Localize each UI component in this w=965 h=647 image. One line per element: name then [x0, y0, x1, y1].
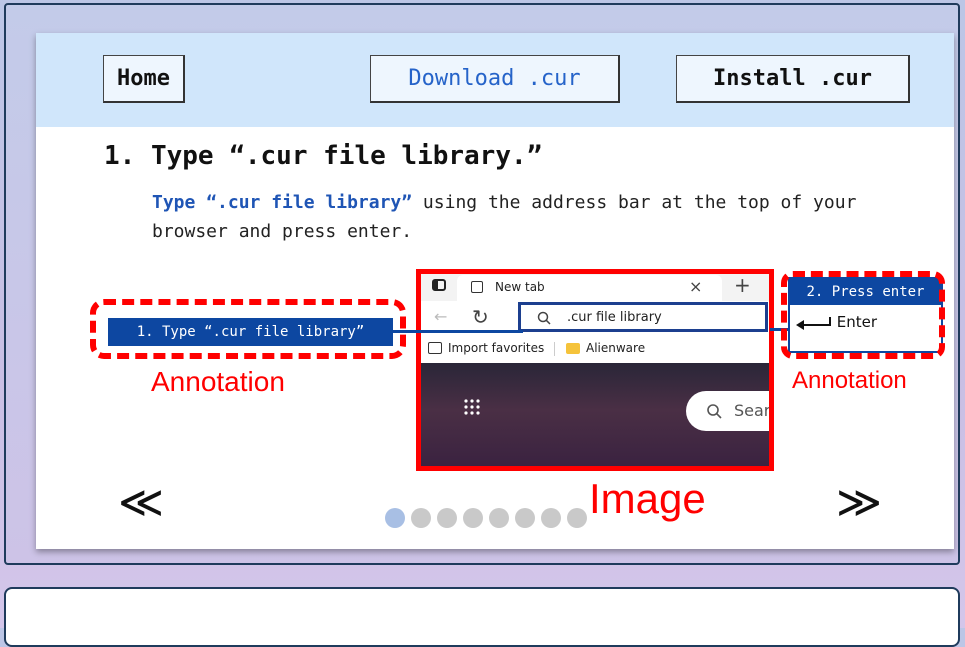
browser-tab-bar: New tab × +: [420, 271, 772, 301]
nav-download-button[interactable]: Download .cur: [370, 55, 620, 103]
slide-dot[interactable]: [567, 508, 587, 528]
slide-indicator: [385, 508, 587, 528]
new-tab-background: Sear: [420, 363, 772, 468]
slide-dot[interactable]: [515, 508, 535, 528]
address-bar: .cur file library: [518, 302, 768, 332]
sidebar-icon: [432, 279, 446, 291]
slide-dot[interactable]: [541, 508, 561, 528]
favorites-folder-label: Alienware: [586, 341, 646, 355]
tutorial-card: Home Download .cur Install .cur 1. Type …: [36, 33, 954, 549]
address-bar-value: .cur file library: [567, 310, 662, 325]
top-nav: Home Download .cur Install .cur: [36, 33, 954, 127]
annotation-outline: [781, 271, 945, 359]
newtab-page-icon: [471, 281, 483, 293]
slide-dot[interactable]: [437, 508, 457, 528]
nav-home-button[interactable]: Home: [103, 55, 185, 103]
slide-dot[interactable]: [463, 508, 483, 528]
annotation-connector: [393, 330, 523, 333]
apps-grid-icon: [464, 399, 480, 415]
browser-tab-label: New tab: [495, 280, 545, 294]
add-tab-icon: +: [734, 273, 751, 297]
next-slide-button[interactable]: ≫: [836, 481, 882, 525]
newtab-search-box: Sear: [686, 391, 772, 431]
annotation-caption-right: Annotation: [792, 367, 907, 394]
slide-dot[interactable]: [411, 508, 431, 528]
close-icon: ×: [689, 277, 703, 296]
slide-dot[interactable]: [385, 508, 405, 528]
folder-icon: [566, 343, 580, 354]
newtab-search-placeholder: Sear: [734, 401, 771, 420]
step-title: 1. Type “.cur file library.”: [104, 141, 543, 171]
content-frame: Home Download .cur Install .cur 1. Type …: [4, 3, 960, 565]
nav-install-button[interactable]: Install .cur: [676, 55, 910, 103]
slide-dot[interactable]: [489, 508, 509, 528]
bottom-panel: [4, 587, 960, 647]
search-icon: [707, 404, 722, 419]
step-description-bold: Type “.cur file library”: [152, 192, 413, 213]
favorites-bar: Import favorites Alienware: [420, 335, 772, 364]
step-description: Type “.cur file library” using the addre…: [152, 188, 912, 246]
refresh-icon: ↻: [472, 305, 489, 329]
search-icon: [537, 311, 551, 325]
annotation-step1-label: 1. Type “.cur file library”: [108, 318, 393, 346]
previous-slide-button[interactable]: ≪: [118, 481, 164, 525]
browser-tab: New tab ×: [457, 275, 722, 301]
import-favorites-icon: [428, 342, 442, 354]
browser-screenshot-image: New tab × + ← ↻ .cur file library Import…: [420, 271, 772, 468]
image-caption: Image: [589, 475, 706, 522]
favorites-import-label: Import favorites: [448, 341, 545, 355]
favorites-divider: [554, 342, 555, 356]
back-arrow-icon: ←: [434, 307, 448, 326]
annotation-caption-left: Annotation: [151, 366, 285, 397]
